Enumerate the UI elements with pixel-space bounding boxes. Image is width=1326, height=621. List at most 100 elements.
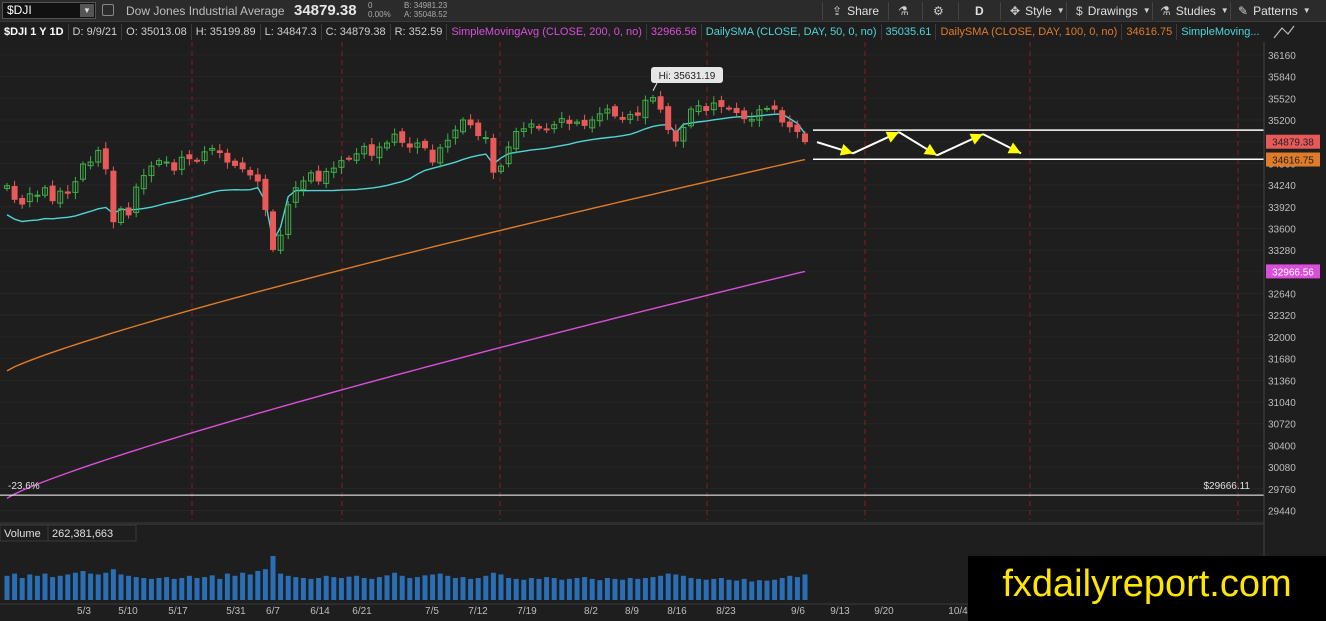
candle-body — [270, 211, 276, 250]
volume-bar — [422, 575, 428, 600]
candle-body — [718, 100, 725, 107]
link-icon[interactable] — [102, 4, 114, 16]
x-tick-label: 7/5 — [425, 606, 439, 617]
y-tick-label: 30720 — [1268, 420, 1296, 431]
volume-bar — [460, 577, 466, 600]
volume-bar — [490, 572, 496, 600]
share-label: Share — [847, 4, 880, 18]
volume-label: Volume — [4, 528, 41, 540]
volume-bar — [756, 580, 762, 600]
candle-body — [171, 162, 178, 171]
candle-body — [406, 143, 413, 148]
volume-bar — [316, 578, 322, 600]
volume-bar — [392, 572, 398, 600]
style-button[interactable]: ✥ Style ▼ — [1010, 2, 1065, 20]
sma200-label[interactable]: SimpleMovingAvg (CLOSE, 200, 0, no) — [447, 24, 647, 40]
symbol-text: $DJI — [7, 3, 32, 17]
drawings-button[interactable]: $ Drawings ▼ — [1076, 2, 1151, 20]
volume-bar — [202, 577, 208, 600]
candle-body — [110, 170, 117, 223]
volume-bar — [794, 577, 800, 600]
volume-bar — [787, 575, 793, 600]
x-tick-label: 9/20 — [874, 606, 894, 617]
sma100-label[interactable]: DailySMA (CLOSE, DAY, 100, 0, no) — [936, 24, 1123, 40]
volume-bar — [741, 578, 747, 600]
volume-bar — [34, 575, 40, 600]
share-icon: ⇪ — [832, 4, 843, 18]
volume-bar — [620, 579, 626, 600]
bid-ask: B: 34981.23 A: 35048.52 — [404, 1, 447, 19]
candle-body — [102, 148, 109, 170]
candle-body — [262, 178, 269, 210]
volume-bar — [361, 578, 367, 600]
y-tick-label: 35520 — [1268, 94, 1296, 105]
last-price-tag-text: 34879.38 — [1272, 138, 1314, 149]
candle-body — [186, 154, 193, 160]
volume-bar — [772, 579, 778, 600]
volume-bar — [642, 578, 648, 600]
more-studies-label[interactable]: SimpleMoving... — [1177, 24, 1262, 40]
price-chart[interactable]: Volume 262,381,663 -23.6% $29666.11 Hi: 356… — [0, 42, 1326, 621]
settings-button[interactable]: ⚙ — [933, 2, 944, 20]
candle-body — [665, 106, 672, 130]
fib-price-label: $29666.11 — [1203, 481, 1250, 492]
volume-bar — [72, 572, 78, 600]
y-tick-label: 33600 — [1268, 224, 1296, 235]
volume-bar — [574, 578, 580, 600]
bid-value: B: 34981.23 — [404, 1, 448, 10]
chevron-down-icon: ▼ — [1142, 6, 1151, 15]
axis-settings-icon[interactable] — [1262, 22, 1326, 42]
candle-body — [726, 107, 732, 110]
panel-divider — [0, 522, 1264, 525]
candle-body — [733, 107, 740, 114]
watermark-logo: fxdailyreport.com — [968, 556, 1326, 621]
volume-bar — [27, 574, 33, 600]
volume-bar — [217, 578, 223, 600]
volume-bar — [293, 577, 299, 600]
y-tick-label: 32320 — [1268, 311, 1296, 322]
candle-body — [581, 119, 588, 126]
aggregation-button[interactable]: D — [975, 2, 984, 20]
x-tick-label: 8/23 — [716, 606, 736, 617]
volume-bar — [399, 575, 405, 600]
top-toolbar: $DJI ▼ Dow Jones Industrial Average 3487… — [0, 0, 1326, 22]
volume-bar — [582, 577, 588, 600]
candle-body — [247, 169, 254, 176]
candle-body — [657, 96, 664, 110]
patterns-button[interactable]: ✎ Patterns ▼ — [1238, 2, 1311, 20]
volume-bar — [726, 579, 732, 600]
change-percent: 0.00% — [368, 10, 391, 19]
volume-bar — [414, 577, 420, 600]
volume-bar — [12, 573, 18, 600]
flask-button[interactable]: ⚗ — [898, 2, 909, 20]
x-tick-label: 5/31 — [226, 606, 246, 617]
volume-bar — [354, 575, 360, 600]
volume-bar — [749, 581, 755, 600]
volume-bar — [779, 578, 785, 600]
volume-bar — [703, 579, 709, 600]
volume-bar — [483, 575, 489, 600]
candle-body — [741, 110, 748, 120]
candle-body — [232, 160, 238, 166]
sma50-label[interactable]: DailySMA (CLOSE, DAY, 50, 0, no) — [702, 24, 882, 40]
candle-body — [19, 197, 26, 205]
volume-bar — [696, 578, 702, 600]
sma50-value: 35035.61 — [882, 24, 937, 40]
chevron-down-icon[interactable]: ▼ — [80, 4, 94, 17]
volume-bar — [612, 578, 618, 600]
style-label: Style — [1025, 4, 1052, 18]
volume-bar — [369, 578, 375, 600]
share-button[interactable]: ⇪ Share — [832, 2, 879, 20]
sma200-price-tag-text: 32966.56 — [1272, 267, 1314, 278]
price-panel — [0, 42, 1264, 520]
x-tick-label: 9/13 — [830, 606, 850, 617]
studies-button[interactable]: ⚗ Studies ▼ — [1160, 2, 1229, 20]
hi-bubble-text: Hi: 35631.19 — [659, 71, 716, 82]
y-tick-label: 31680 — [1268, 355, 1296, 366]
symbol-input[interactable]: $DJI ▼ — [2, 2, 96, 19]
candle-body — [224, 152, 231, 163]
x-tick-label: 7/19 — [517, 606, 537, 617]
volume-bar — [551, 578, 557, 600]
volume-bar — [148, 578, 154, 600]
volume-bar — [300, 578, 306, 600]
